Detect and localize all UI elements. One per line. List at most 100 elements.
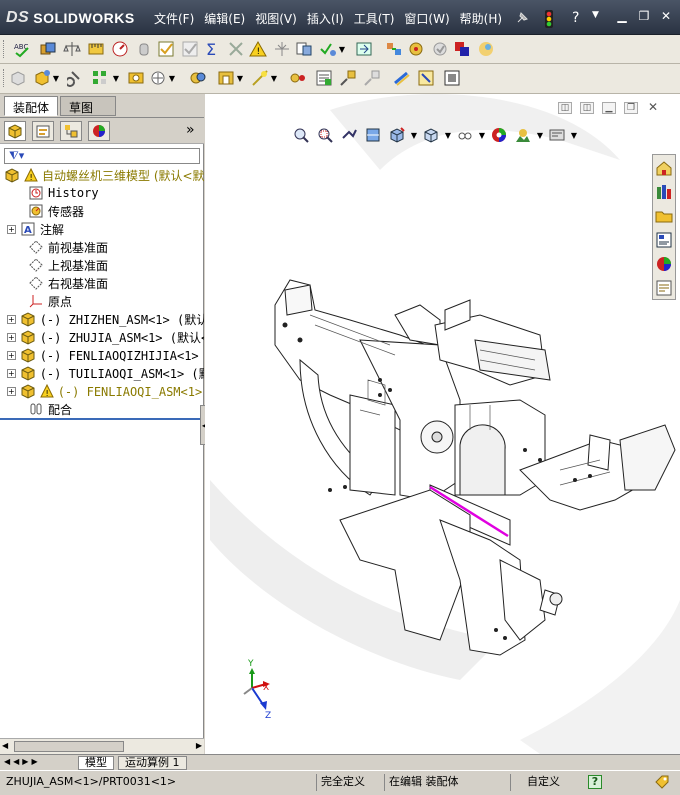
- minimize-icon[interactable]: ▁: [614, 9, 630, 23]
- color-icon[interactable]: [452, 39, 472, 59]
- apply-scene-icon[interactable]: [512, 124, 534, 146]
- tree-item-tuiliaoqi-asm[interactable]: + (-) TUILIAOQI_ASM<1> (默认<: [0, 364, 204, 382]
- toolbar-grip[interactable]: [3, 69, 6, 87]
- exploded-view-icon[interactable]: [338, 68, 358, 88]
- mass-properties-icon[interactable]: [62, 39, 82, 59]
- interference-icon[interactable]: [38, 39, 58, 59]
- tree-item-front-plane[interactable]: 前视基准面: [0, 238, 204, 256]
- status-help[interactable]: ?: [588, 775, 602, 789]
- dropdown-arrow-icon[interactable]: ▼: [410, 124, 418, 146]
- restore-icon[interactable]: ❐: [636, 9, 652, 23]
- solidworks-logo[interactable]: DS SOLIDWORKS: [6, 7, 135, 29]
- explode-line-icon[interactable]: [362, 68, 382, 88]
- performance-icon[interactable]: [110, 39, 130, 59]
- explode-icon[interactable]: [384, 39, 404, 59]
- expand-icon[interactable]: +: [7, 314, 16, 324]
- import-icon[interactable]: [354, 39, 374, 59]
- mate-icon[interactable]: [66, 68, 86, 88]
- section-view-icon[interactable]: [362, 124, 384, 146]
- dropdown-arrow-icon[interactable]: ▼: [52, 68, 60, 88]
- measure-icon[interactable]: [86, 39, 106, 59]
- viewport-next-icon[interactable]: ◫: [580, 102, 594, 114]
- dropdown-arrow-icon[interactable]: ▼: [236, 68, 244, 88]
- tree-item-zhujia-asm[interactable]: + (-) ZHUJIA_ASM<1> (默认<默: [0, 328, 204, 346]
- expand-icon[interactable]: +: [7, 332, 16, 342]
- new-motion-study-icon[interactable]: [288, 68, 308, 88]
- expand-icon[interactable]: +: [7, 386, 16, 396]
- show-hidden-icon[interactable]: [188, 68, 208, 88]
- section-icon[interactable]: [226, 39, 246, 59]
- dropdown-arrow-icon[interactable]: ▼: [536, 124, 544, 146]
- toolbar-grip[interactable]: [3, 40, 6, 58]
- tag-icon[interactable]: [650, 774, 674, 791]
- tree-item-right-plane[interactable]: 右视基准面: [0, 274, 204, 292]
- sum-icon[interactable]: Σ: [202, 39, 222, 59]
- file-explorer-icon[interactable]: [653, 205, 675, 227]
- bill-of-materials-icon[interactable]: [314, 68, 334, 88]
- tree-item-top-plane[interactable]: 上视基准面: [0, 256, 204, 274]
- warning-icon[interactable]: !: [248, 39, 268, 59]
- hide-show-items-icon[interactable]: [454, 124, 476, 146]
- tree-item-fenliaoqizhijia[interactable]: + (-) FENLIAOQIZHIJIA<1> (默认: [0, 346, 204, 364]
- tab-scroll-icon[interactable]: ◀◀▶▶: [4, 757, 41, 766]
- compare-icon[interactable]: [294, 39, 314, 59]
- viewport-close-icon[interactable]: ✕: [646, 101, 660, 114]
- configuration-manager-tab[interactable]: [60, 121, 82, 141]
- rebuild-gray-icon[interactable]: [430, 39, 450, 59]
- property-manager-tab[interactable]: [32, 121, 54, 141]
- tree-divider[interactable]: [0, 418, 202, 420]
- check-gray-icon[interactable]: [180, 39, 200, 59]
- feature-manager-tab[interactable]: [4, 121, 26, 141]
- edit-appearance-icon[interactable]: [488, 124, 510, 146]
- expand-icon[interactable]: +: [7, 368, 16, 378]
- zoom-to-fit-icon[interactable]: [290, 124, 312, 146]
- view-settings-icon[interactable]: [546, 124, 568, 146]
- expand-icon[interactable]: +: [7, 350, 16, 360]
- appearances-icon[interactable]: [653, 253, 675, 275]
- tree-item-sensors[interactable]: 传感器: [0, 202, 204, 220]
- tab-model[interactable]: 模型: [78, 756, 114, 770]
- resources-icon[interactable]: [653, 157, 675, 179]
- viewport-restore-icon[interactable]: ❐: [624, 102, 638, 114]
- menu-edit[interactable]: 编辑(E): [200, 8, 249, 28]
- dropdown-arrow-icon[interactable]: ▼: [570, 124, 578, 146]
- help-icon[interactable]: ?: [572, 10, 588, 26]
- zoom-to-area-icon[interactable]: [314, 124, 336, 146]
- dropdown-arrow-icon[interactable]: ▼: [444, 124, 452, 146]
- viewport-minimize-icon[interactable]: ▁: [602, 102, 616, 114]
- view-palette-icon[interactable]: [653, 229, 675, 251]
- tab-sketch[interactable]: 草图: [60, 96, 116, 116]
- dropdown-arrow-icon[interactable]: ▼: [270, 68, 278, 88]
- menu-insert[interactable]: 插入(I): [303, 8, 348, 28]
- reference-geometry-icon[interactable]: [250, 68, 270, 88]
- linear-pattern-icon[interactable]: [90, 68, 110, 88]
- move-component-icon[interactable]: [148, 68, 168, 88]
- appearance-icon[interactable]: [476, 39, 496, 59]
- insert-component-icon[interactable]: [8, 68, 28, 88]
- dropdown-arrow-icon[interactable]: ▼: [478, 124, 486, 146]
- expand-icon[interactable]: +: [7, 224, 16, 234]
- assembly-features-icon[interactable]: [216, 68, 236, 88]
- tree-item-fenliaoqi-asm[interactable]: + ! (-) FENLIAOQI_ASM<1> (默: [0, 382, 204, 400]
- check-dropdown-icon[interactable]: [318, 39, 338, 59]
- large-design-review-icon[interactable]: [442, 68, 462, 88]
- menu-help[interactable]: 帮助(H): [456, 8, 506, 28]
- traffic-light-icon[interactable]: [544, 10, 554, 28]
- view-orientation-icon[interactable]: [386, 124, 408, 146]
- panel-horizontal-scrollbar[interactable]: ◀ ▶: [0, 738, 204, 754]
- tree-item-zhizhen-asm[interactable]: + (-) ZHIZHEN_ASM<1> (默认<默: [0, 310, 204, 328]
- tree-filter-input[interactable]: ⧨▾: [4, 148, 200, 164]
- spellcheck-icon[interactable]: ABC: [12, 39, 32, 59]
- smart-mate-icon[interactable]: [416, 68, 436, 88]
- tree-item-history[interactable]: History: [0, 184, 204, 202]
- chevron-down-icon[interactable]: ▼: [592, 10, 608, 26]
- display-manager-tab[interactable]: [88, 121, 110, 141]
- check-icon[interactable]: [156, 39, 176, 59]
- menu-view[interactable]: 视图(V): [251, 8, 301, 28]
- align-icon[interactable]: [272, 39, 292, 59]
- display-style-icon[interactable]: [420, 124, 442, 146]
- status-units[interactable]: 自定义: [510, 774, 576, 791]
- component-icon[interactable]: [406, 39, 426, 59]
- tab-motion-study[interactable]: 运动算例 1: [118, 756, 187, 770]
- dropdown-arrow-icon[interactable]: ▼: [338, 39, 346, 59]
